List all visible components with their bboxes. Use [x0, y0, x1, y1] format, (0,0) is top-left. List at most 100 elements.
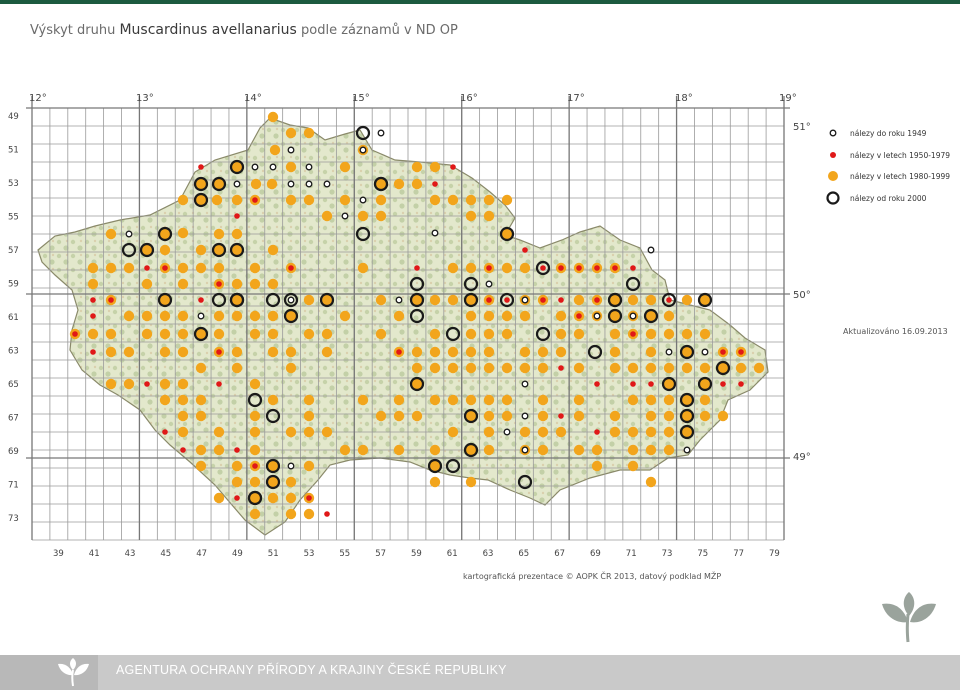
record-1980-1999 — [303, 328, 315, 340]
map-credit: kartografická prezentace © AOPK ČR 2013,… — [463, 570, 721, 581]
record-1950-1979 — [486, 265, 492, 271]
record-1980-1999 — [519, 362, 531, 374]
record-1950-1979 — [558, 413, 564, 419]
record-1980-1999 — [249, 508, 261, 520]
record-1980-1999 — [627, 460, 639, 472]
record-1980-1999 — [699, 362, 711, 374]
record-1980-1999 — [645, 362, 657, 374]
record-1980-1999 — [645, 394, 657, 406]
record-1980-1999 — [627, 426, 639, 438]
record-1950-1979 — [486, 297, 492, 303]
record-1980-1999 — [249, 310, 261, 322]
record-1980-1999 — [609, 426, 621, 438]
column-label: 59 — [411, 549, 422, 559]
record-1980-1999 — [447, 194, 459, 206]
record-pre-1949 — [197, 312, 205, 320]
record-1980-1999 — [159, 328, 171, 340]
record-1950-1979 — [558, 265, 564, 271]
record-1950-1979 — [576, 265, 582, 271]
record-1950-1979 — [630, 331, 636, 337]
record-1980-1999 — [303, 410, 315, 422]
record-1980-1999 — [447, 294, 459, 306]
record-1980-1999 — [663, 394, 675, 406]
record-1980-1999 — [231, 362, 243, 374]
record-1980-1999 — [519, 426, 531, 438]
record-1980-1999 — [249, 476, 261, 488]
record-1980-1999 — [375, 294, 387, 306]
record-1980-1999 — [483, 394, 495, 406]
record-1980-1999 — [321, 210, 333, 222]
record-1980-1999 — [123, 262, 135, 274]
column-label: 61 — [447, 549, 458, 559]
record-1950-1979 — [144, 381, 150, 387]
record-1950-1979 — [324, 511, 330, 517]
record-1950-1979 — [72, 331, 78, 337]
column-label: 75 — [697, 549, 708, 559]
record-1950-1979 — [612, 265, 618, 271]
record-1980-1999 — [519, 346, 531, 358]
record-1950-1979 — [450, 164, 456, 170]
record-1980-1999 — [195, 460, 207, 472]
column-label: 57 — [375, 549, 386, 559]
updated-label: Aktualizováno 16.09.2013 — [843, 327, 948, 336]
column-label: 79 — [769, 549, 780, 559]
record-1950-1979 — [252, 463, 258, 469]
record-1980-1999 — [105, 328, 117, 340]
record-1980-1999 — [141, 278, 153, 290]
record-1950-1979 — [522, 247, 528, 253]
row-label: 65 — [8, 380, 19, 390]
record-1980-1999 — [159, 244, 171, 256]
record-1980-1999 — [339, 444, 351, 456]
record-1980-1999 — [483, 346, 495, 358]
record-1980-1999 — [285, 426, 297, 438]
record-1980-1999 — [681, 328, 693, 340]
record-1980-1999 — [177, 426, 189, 438]
record-1950-1979 — [576, 313, 582, 319]
record-1950-1979 — [630, 381, 636, 387]
record-1980-1999 — [249, 278, 261, 290]
record-1980-1999 — [465, 394, 477, 406]
record-1980-1999 — [429, 294, 441, 306]
record-1980-1999 — [285, 508, 297, 520]
record-1980-1999 — [177, 194, 189, 206]
record-1980-1999 — [555, 328, 567, 340]
record-1980-1999 — [483, 362, 495, 374]
record-1980-1999 — [231, 228, 243, 240]
record-1950-1979 — [594, 429, 600, 435]
record-1950-1979 — [144, 265, 150, 271]
record-1980-1999 — [87, 262, 99, 274]
record-1980-1999 — [266, 178, 278, 190]
record-1980-1999 — [609, 328, 621, 340]
record-1980-1999 — [483, 410, 495, 422]
record-1980-1999 — [87, 278, 99, 290]
record-1980-1999 — [573, 362, 585, 374]
record-1980-1999 — [465, 194, 477, 206]
record-1950-1979 — [558, 365, 564, 371]
record-pre-1949 — [395, 296, 403, 304]
record-1980-1999 — [87, 328, 99, 340]
footer-organization: AGENTURA OCHRANY PŘÍRODY A KRAJINY ČESKÉ… — [116, 663, 507, 677]
lon-label: 17° — [567, 93, 585, 104]
record-1980-1999 — [483, 444, 495, 456]
record-1980-1999 — [177, 394, 189, 406]
record-1950-1979 — [666, 297, 672, 303]
record-1980-1999 — [267, 328, 279, 340]
record-1980-1999 — [447, 394, 459, 406]
row-label: 69 — [8, 447, 19, 457]
record-pre-1949 — [629, 312, 637, 320]
column-label: 53 — [304, 549, 315, 559]
row-label: 55 — [8, 213, 19, 223]
record-1980-1999 — [537, 362, 549, 374]
record-1950-1979 — [216, 281, 222, 287]
record-1950-1979 — [162, 429, 168, 435]
row-label: 73 — [8, 514, 19, 524]
row-label: 59 — [8, 280, 19, 290]
lon-label: 12° — [29, 93, 47, 104]
record-1980-1999 — [141, 310, 153, 322]
record-1980-1999 — [213, 310, 225, 322]
lon-label: 15° — [352, 93, 370, 104]
record-1980-1999 — [429, 394, 441, 406]
record-1980-1999 — [195, 362, 207, 374]
record-1980-1999 — [267, 492, 279, 504]
record-1950-1979 — [414, 265, 420, 271]
